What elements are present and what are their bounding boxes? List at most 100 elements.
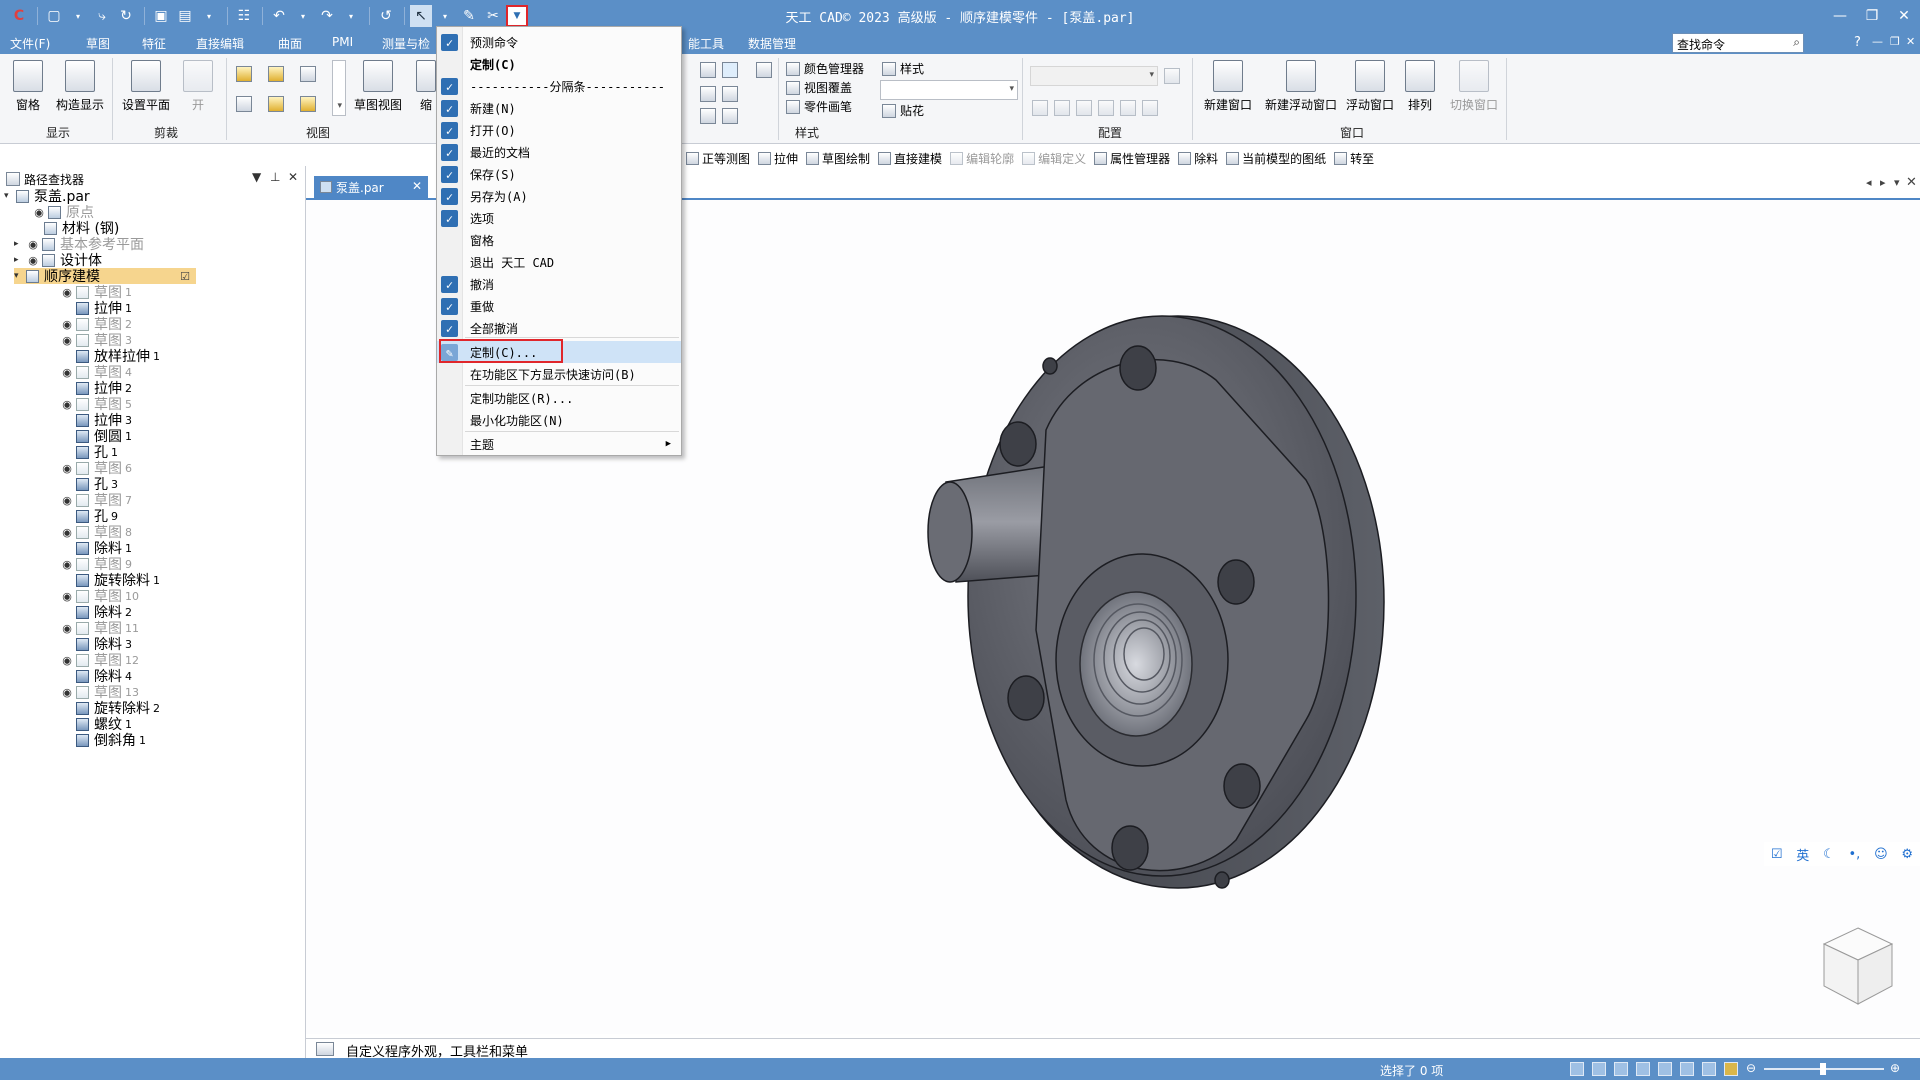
fit-icon[interactable] — [1614, 1062, 1628, 1076]
menu-item[interactable]: ✓ 另存为(A) — [437, 185, 681, 207]
menu-item[interactable]: ✓ -----------分隔条----------- — [437, 75, 681, 97]
visibility-eye-icon[interactable]: ◉ — [60, 558, 74, 571]
extrude-button[interactable]: 拉伸 — [758, 150, 798, 167]
menu-pmi[interactable]: PMI — [332, 35, 353, 49]
new-window-button[interactable]: 新建窗口 — [1200, 60, 1256, 113]
visibility-eye-icon[interactable]: ◉ — [60, 590, 74, 603]
visibility-eye-icon[interactable]: ◉ — [60, 622, 74, 635]
visibility-eye-icon[interactable]: ◉ — [26, 254, 40, 267]
construct-display-button[interactable]: 构造显示 — [52, 60, 108, 113]
tab-scroll-left-icon[interactable]: ◂ — [1866, 176, 1872, 189]
silhouette-icon[interactable] — [722, 108, 738, 124]
ime-punct-icon[interactable]: •, — [1849, 847, 1861, 862]
view-top-icon[interactable] — [236, 66, 252, 82]
menu-item[interactable]: 窗格 — [437, 229, 681, 251]
visible-edges-icon[interactable] — [722, 62, 738, 78]
menu-item[interactable]: ✓ 新建(N) — [437, 97, 681, 119]
collapse-icon[interactable]: ▾ — [4, 191, 14, 201]
wireframe-icon[interactable] — [756, 62, 772, 78]
sketch-view-button[interactable]: 草图视图 — [350, 60, 406, 113]
open-clip-button[interactable]: 开 — [180, 60, 216, 113]
set-plane-button[interactable]: 设置平面 — [118, 60, 174, 113]
rotate-icon[interactable] — [1658, 1062, 1672, 1076]
menu-item[interactable]: 在功能区下方显示快速访问(B) — [437, 363, 681, 385]
ime-language-toggle[interactable]: 英 — [1796, 845, 1809, 864]
view-style-icon[interactable] — [722, 86, 738, 102]
panel-menu-icon[interactable]: ▼ — [252, 170, 261, 184]
isometric-view-button[interactable]: 正等测图 — [686, 150, 750, 167]
menu-inspect[interactable]: 测量与检 — [382, 35, 430, 52]
view-orient-icon[interactable] — [1702, 1062, 1716, 1076]
part-painter-button[interactable]: 零件画笔 — [786, 98, 852, 115]
menu-surface[interactable]: 曲面 — [278, 35, 302, 52]
direct-modeling-button[interactable]: 直接建模 — [878, 150, 942, 167]
visibility-eye-icon[interactable]: ◉ — [60, 686, 74, 699]
menu-tools[interactable]: 能工具 — [688, 35, 724, 52]
command-search-input[interactable]: 查找命令 ⌕ — [1672, 33, 1804, 53]
minimize-icon[interactable]: — — [1826, 4, 1854, 28]
pan-icon[interactable] — [1636, 1062, 1650, 1076]
view-trimetric-icon[interactable] — [300, 96, 316, 112]
view-cube[interactable] — [1818, 924, 1898, 1010]
sequential-mode-icon[interactable]: ☑ — [180, 270, 190, 283]
ribbon-close-icon[interactable]: ✕ — [1906, 35, 1915, 48]
menu-item[interactable]: ✓ 撤消 — [437, 273, 681, 295]
menu-item[interactable]: 最小化功能区(N) — [437, 409, 681, 431]
zoom-icon[interactable] — [1592, 1062, 1606, 1076]
menu-features[interactable]: 特征 — [142, 35, 166, 52]
model-drawings-button[interactable]: 当前模型的图纸 — [1226, 150, 1326, 167]
sketch-draw-button[interactable]: 草图绘制 — [806, 150, 870, 167]
menu-sketch[interactable]: 草图 — [86, 35, 110, 52]
menu-item[interactable]: ✓ 最近的文档 — [437, 141, 681, 163]
visibility-eye-icon[interactable]: ◉ — [60, 654, 74, 667]
ribbon-restore-icon[interactable]: ❐ — [1890, 35, 1900, 48]
visibility-eye-icon[interactable]: ◉ — [26, 238, 40, 251]
menu-item[interactable]: ✓ 选项 — [437, 207, 681, 229]
menu-item[interactable]: 定制(C) — [437, 53, 681, 75]
menu-item[interactable]: ✓ 预测命令 — [437, 31, 681, 53]
zoom-slider-thumb[interactable] — [1820, 1063, 1826, 1075]
view-front-icon[interactable] — [268, 66, 284, 82]
view-right-icon[interactable] — [300, 66, 316, 82]
view-dimetric-icon[interactable] — [268, 96, 284, 112]
visibility-eye-icon[interactable]: ◉ — [60, 398, 74, 411]
goto-button[interactable]: 转至 — [1334, 150, 1374, 167]
ime-check-icon[interactable]: ☑ — [1771, 847, 1783, 862]
visibility-eye-icon[interactable]: ◉ — [60, 366, 74, 379]
float-window-button[interactable]: 浮动窗口 — [1342, 60, 1398, 113]
document-close-icon[interactable]: ✕ — [1906, 175, 1917, 190]
sketch-view-status-icon[interactable] — [1680, 1062, 1694, 1076]
menu-item[interactable]: ✓ 重做 — [437, 295, 681, 317]
style-button[interactable]: 样式 — [882, 60, 924, 77]
visibility-eye-icon[interactable]: ◉ — [60, 318, 74, 331]
shading-icon[interactable] — [700, 108, 716, 124]
render-mode-icon[interactable] — [700, 86, 716, 102]
collapse-icon[interactable]: ▾ — [14, 271, 24, 281]
help-icon[interactable]: ? — [1854, 35, 1861, 50]
document-tab[interactable]: 泵盖.par ✕ — [314, 176, 428, 198]
zoom-area-icon[interactable] — [1570, 1062, 1584, 1076]
menu-direct-edit[interactable]: 直接编辑 — [196, 35, 244, 52]
style-status-icon[interactable] — [1724, 1062, 1738, 1076]
zoom-in-icon[interactable]: ⊕ — [1890, 1061, 1900, 1075]
tab-list-icon[interactable]: ▾ — [1894, 176, 1900, 189]
menu-data-management[interactable]: 数据管理 — [748, 35, 796, 52]
style-dropdown[interactable]: ▾ — [880, 80, 1018, 100]
visibility-eye-icon[interactable]: ◉ — [60, 526, 74, 539]
arrange-button[interactable]: 排列 — [1402, 60, 1438, 113]
color-manager-button[interactable]: 颜色管理器 — [786, 60, 864, 77]
menu-item[interactable]: 主题 ▶ — [437, 433, 681, 455]
menu-item[interactable]: ✓ 全部撤消 — [437, 317, 681, 339]
cutout-button[interactable]: 除料 — [1178, 150, 1218, 167]
pane-button[interactable]: 窗格 — [10, 60, 46, 113]
menu-item[interactable]: ✓ 保存(S) — [437, 163, 681, 185]
visibility-eye-icon[interactable]: ◉ — [60, 286, 74, 299]
expand-icon[interactable]: ▸ — [14, 255, 24, 265]
pin-icon[interactable]: ⊥ — [270, 170, 280, 184]
panel-close-icon[interactable]: ✕ — [288, 170, 298, 184]
ribbon-minimize-icon[interactable]: — — [1872, 35, 1883, 48]
view-iso-icon[interactable] — [236, 96, 252, 112]
restore-icon[interactable]: ❐ — [1858, 4, 1886, 28]
expand-icon[interactable]: ▸ — [14, 239, 24, 249]
ime-settings-icon[interactable]: ⚙ — [1901, 847, 1913, 862]
